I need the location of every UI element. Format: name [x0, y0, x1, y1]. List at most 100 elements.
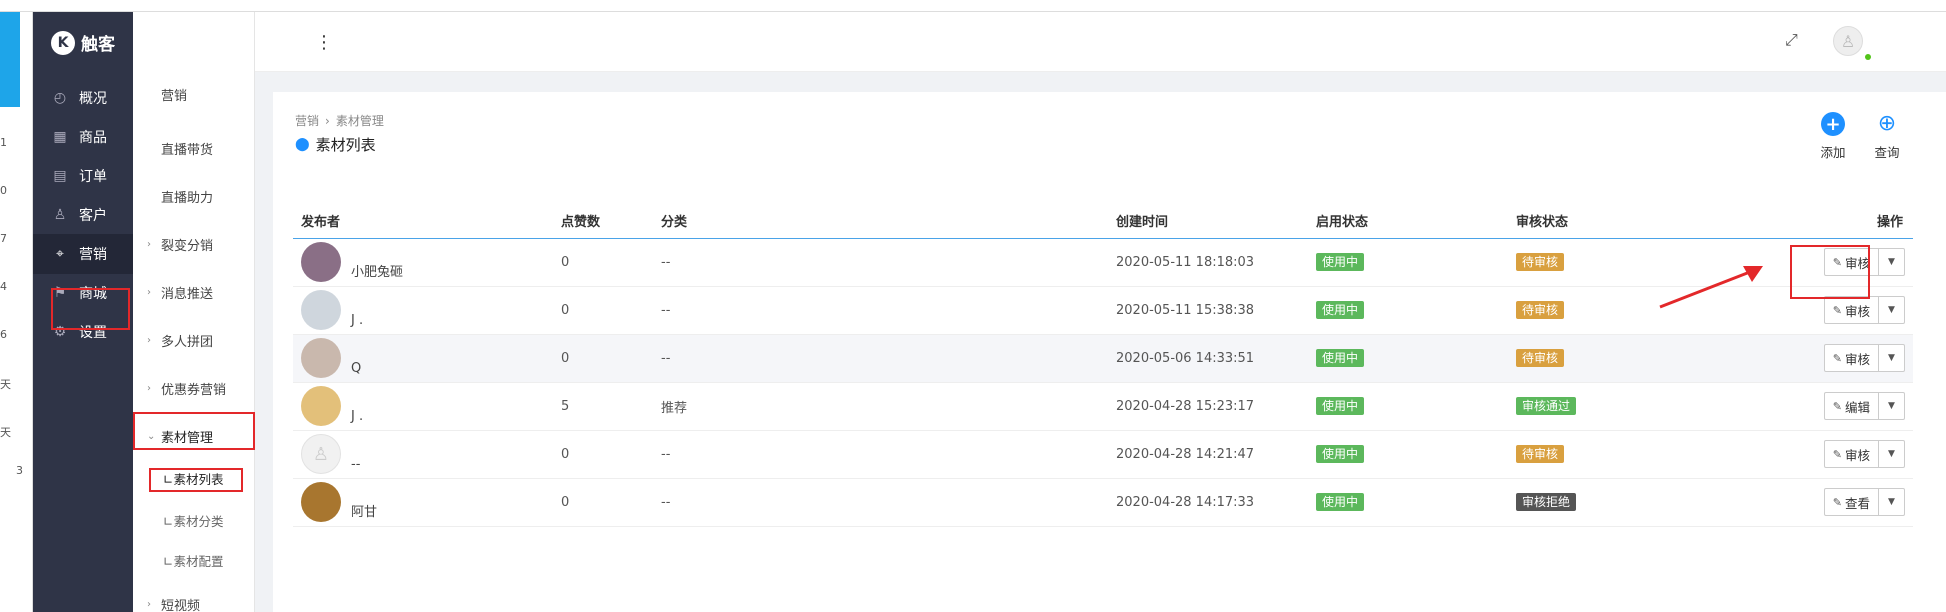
table-row: J . 5 推荐 2020-04-28 15:23:17 使用中 审核通过 ✎ 编… [293, 382, 1913, 431]
gear-icon: ⚙ [53, 324, 67, 340]
submenu-label: 营销 [161, 88, 188, 104]
view-button[interactable]: ✎ 查看 [1823, 488, 1879, 516]
publisher-avatar [301, 386, 341, 426]
sidebar-item-label: 订单 [79, 169, 107, 185]
caret-down-icon[interactable]: ▼ [1879, 248, 1905, 276]
material-list-card: 营销 › 素材管理 ⬤ 素材列表 + 添加 ⊕ 查询 发布者 点赞数 分类 创建时间… [273, 92, 1946, 612]
more-vertical-icon[interactable]: ⋮ [315, 32, 333, 53]
caret-down-icon[interactable]: ▼ [1879, 440, 1905, 468]
action-label: 审核 [1844, 351, 1870, 367]
sidebar-item-label: 商品 [79, 130, 107, 146]
grid-icon: ▦ [53, 129, 67, 145]
category-cell: -- [653, 238, 1108, 287]
col-likes: 点赞数 [553, 204, 653, 239]
plus-circle-icon: + [1821, 112, 1845, 136]
action-label: 查看 [1844, 495, 1870, 511]
query-button[interactable]: ⊕ 查询 [1865, 112, 1909, 161]
page-title: ⬤ 素材列表 [295, 134, 376, 155]
browser-top-strip [0, 0, 1946, 12]
submenu-item-material-category[interactable]: ∟素材分类 [133, 502, 255, 538]
submenu-item-material-management[interactable]: ⌄ 素材管理 [133, 418, 255, 454]
review-button[interactable]: ✎ 审核 [1823, 248, 1879, 276]
user-avatar[interactable]: ♙ [1833, 26, 1863, 56]
submenu-item-live-boost[interactable]: 直播助力 [133, 178, 255, 214]
caret-down-icon[interactable]: ▼ [1879, 296, 1905, 324]
sidebar-item-label: 商城 [79, 286, 107, 302]
edit-icon: ✎ [1832, 351, 1842, 365]
breadcrumb-root[interactable]: 营销 [295, 114, 319, 128]
sidebar-item-label: 营销 [79, 247, 107, 263]
submenu-item-material-config[interactable]: ∟素材配置 [133, 542, 255, 578]
caret-down-icon[interactable]: ▼ [1879, 488, 1905, 516]
review-badge: 审核通过 [1516, 397, 1577, 415]
sidebar-item-mall[interactable]: ⚑ 商城 [33, 273, 133, 313]
review-button[interactable]: ✎ 审核 [1823, 296, 1879, 324]
submenu-label: ∟素材配置 [163, 553, 224, 569]
fullscreen-icon[interactable]: ⤢ [1785, 30, 1798, 50]
zoom-search-icon: ⊕ [1877, 111, 1897, 136]
top-header: ⋮ ⤢ ♙ [255, 12, 1946, 72]
sidebar-item-marketing[interactable]: ⌖ 营销 [33, 234, 133, 274]
submenu-item-coupons[interactable]: › 优惠券营销 [133, 370, 255, 406]
category-cell: -- [653, 430, 1108, 479]
caret-down-icon[interactable]: ▼ [1879, 392, 1905, 420]
sidebar-item-overview[interactable]: ◴ 概况 [33, 78, 133, 118]
edge-text: 4 [0, 280, 7, 293]
publisher-avatar [301, 290, 341, 330]
submenu-item-live-sales[interactable]: 直播带货 [133, 130, 255, 166]
edge-text: 天 [0, 378, 11, 391]
likes-cell: 0 [553, 478, 653, 527]
likes-cell: 0 [553, 334, 653, 383]
category-cell: -- [653, 478, 1108, 527]
submenu-item-short-video[interactable]: › 短视频 [133, 586, 255, 612]
breadcrumb-current[interactable]: 素材管理 [336, 114, 384, 128]
publisher-name: 小肥兔砸 [351, 265, 404, 280]
category-cell: 推荐 [653, 382, 1108, 431]
sidebar-item-customers[interactable]: ♙ 客户 [33, 195, 133, 235]
chevron-right-icon: › [147, 598, 151, 610]
likes-cell: 0 [553, 430, 653, 479]
submenu-item-marketing[interactable]: 营销 [133, 76, 255, 112]
sidebar-item-orders[interactable]: ▤ 订单 [33, 156, 133, 196]
submenu-label: ∟素材分类 [163, 513, 224, 529]
sidebar-item-settings[interactable]: ⚙ 设置 [33, 312, 133, 352]
add-button[interactable]: + 添加 [1811, 112, 1855, 161]
created-cell: 2020-05-06 14:33:51 [1108, 334, 1308, 383]
publisher-name: -- [351, 457, 361, 472]
publisher-name: J . [351, 409, 364, 424]
edit-button[interactable]: ✎ 编辑 [1823, 392, 1879, 420]
publisher-name: J . [351, 313, 364, 328]
sidebar-item-label: 概况 [79, 91, 107, 107]
sidebar-item-products[interactable]: ▦ 商品 [33, 117, 133, 157]
action-label: 审核 [1844, 255, 1870, 271]
edit-icon: ✎ [1832, 303, 1842, 317]
submenu-label: 直播助力 [161, 190, 214, 206]
row-action-group: ✎ 审核 ▼ [1823, 248, 1905, 276]
review-badge: 待审核 [1516, 445, 1565, 463]
action-label: 编辑 [1844, 399, 1870, 415]
row-action-group: ✎ 审核 ▼ [1823, 344, 1905, 372]
publisher-avatar [301, 242, 341, 282]
submenu-item-fission[interactable]: › 裂变分销 [133, 226, 255, 262]
edge-text: 天 [0, 426, 11, 439]
review-badge: 审核拒绝 [1516, 493, 1577, 511]
submenu-item-material-list[interactable]: ∟素材列表 [133, 460, 255, 496]
review-button[interactable]: ✎ 审核 [1823, 440, 1879, 468]
submenu-label: 短视频 [161, 598, 201, 612]
edge-text: 0 [0, 184, 7, 197]
review-badge: 待审核 [1516, 301, 1565, 319]
submenu-label: 素材管理 [161, 430, 214, 446]
action-label: 审核 [1844, 303, 1870, 319]
submenu-label: 优惠券营销 [161, 382, 227, 398]
caret-down-icon[interactable]: ▼ [1879, 344, 1905, 372]
review-button[interactable]: ✎ 审核 [1823, 344, 1879, 372]
logo-text: 触客 [81, 35, 115, 55]
submenu-item-group-buy[interactable]: › 多人拼团 [133, 322, 255, 358]
action-label: 审核 [1844, 447, 1870, 463]
sidebar-item-label: 设置 [79, 325, 107, 341]
app-logo[interactable]: K 触客 [51, 30, 115, 55]
material-table: 发布者 点赞数 分类 创建时间 启用状态 审核状态 操作 小肥兔砸 0 -- 2… [293, 204, 1913, 527]
chevron-down-icon: ⌄ [147, 430, 156, 442]
submenu-item-push[interactable]: › 消息推送 [133, 274, 255, 310]
edge-text: 6 [0, 328, 7, 341]
